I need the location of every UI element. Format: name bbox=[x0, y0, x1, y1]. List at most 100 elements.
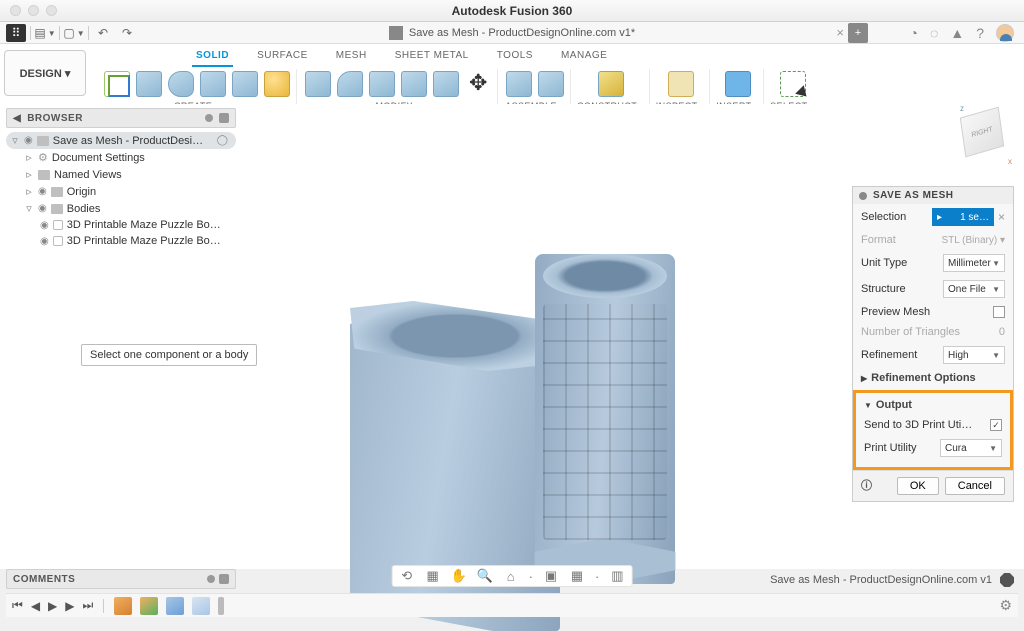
row-structure: Structure One File▼ bbox=[853, 276, 1013, 302]
browser-pin-icon[interactable] bbox=[219, 113, 229, 123]
user-avatar[interactable] bbox=[996, 24, 1014, 42]
data-panel-icon[interactable]: ⠿ bbox=[6, 24, 26, 42]
tab-manage[interactable]: MANAGE bbox=[557, 46, 611, 67]
tab-surface[interactable]: SURFACE bbox=[253, 46, 312, 67]
lookat-icon[interactable]: ▦ bbox=[425, 568, 441, 584]
timeline-next-icon[interactable]: ▶ bbox=[65, 599, 74, 613]
timeline-first-icon[interactable]: ⏮ bbox=[12, 598, 23, 613]
asbuilt-joint-icon[interactable] bbox=[538, 71, 564, 97]
browser-panel: ◀ BROWSER ▿◉ Save as Mesh - ProductDesi…… bbox=[6, 108, 236, 253]
browser-collapse-icon[interactable]: ◀ bbox=[13, 113, 21, 124]
comments-pin-icon[interactable] bbox=[219, 574, 229, 584]
model-maze-cylinder[interactable] bbox=[535, 254, 675, 584]
joint-icon[interactable] bbox=[506, 71, 532, 97]
selection-tooltip: Select one component or a body bbox=[81, 344, 257, 366]
save-icon[interactable]: ▢▼ bbox=[64, 24, 84, 42]
browser-search-icon[interactable] bbox=[205, 114, 213, 122]
revolve-icon[interactable] bbox=[168, 71, 194, 97]
output-section-highlight: ▼Output Send to 3D Print Uti… ✓ Print Ut… bbox=[853, 390, 1013, 470]
selection-clear-icon[interactable]: × bbox=[998, 210, 1005, 224]
document-icon bbox=[389, 26, 403, 40]
fit-icon[interactable]: ⌂ bbox=[503, 568, 519, 584]
browser-header[interactable]: ◀ BROWSER bbox=[6, 108, 236, 128]
timeline-feature-1[interactable] bbox=[114, 597, 132, 615]
timeline-play-icon[interactable]: ▶ bbox=[48, 599, 57, 613]
save-as-mesh-dialog: SAVE AS MESH Selection ▸1 se… × Format S… bbox=[852, 186, 1014, 502]
preview-checkbox[interactable] bbox=[993, 306, 1005, 318]
chamfer-icon[interactable] bbox=[369, 71, 395, 97]
document-tab[interactable]: Save as Mesh - ProductDesignOnline.com v… bbox=[0, 26, 1024, 40]
construct-icon[interactable] bbox=[598, 71, 624, 97]
new-tab-button[interactable]: + bbox=[848, 23, 868, 43]
form-icon[interactable] bbox=[264, 71, 290, 97]
timeline-feature-3[interactable] bbox=[166, 597, 184, 615]
tab-tools[interactable]: TOOLS bbox=[493, 46, 537, 67]
viewcube-face[interactable]: RIGHT bbox=[960, 107, 1004, 158]
tab-sheetmetal[interactable]: SHEET METAL bbox=[391, 46, 473, 67]
notifications-icon[interactable]: ▲ bbox=[950, 25, 964, 41]
row-refinement-options[interactable]: ▶Refinement Options bbox=[853, 368, 1013, 388]
browser-item-bodies[interactable]: ▿◉Bodies bbox=[6, 200, 236, 217]
comments-panel-header[interactable]: COMMENTS bbox=[6, 569, 236, 589]
timeline-settings-icon[interactable]: ⚙ bbox=[999, 597, 1012, 614]
status-stop-icon[interactable] bbox=[1000, 573, 1014, 587]
refinement-dropdown[interactable]: High▼ bbox=[943, 346, 1005, 364]
orbit-icon[interactable]: ⟲ bbox=[399, 568, 415, 584]
measure-icon[interactable] bbox=[668, 71, 694, 97]
move-icon[interactable] bbox=[465, 71, 491, 97]
job-status-icon[interactable]: ◌ bbox=[930, 25, 938, 41]
insert-icon[interactable] bbox=[725, 71, 751, 97]
structure-dropdown[interactable]: One File▼ bbox=[943, 280, 1005, 298]
display-style-icon[interactable]: ▣ bbox=[543, 568, 559, 584]
browser-item-body2[interactable]: ◉3D Printable Maze Puzzle Bo… bbox=[6, 233, 236, 249]
dialog-info-icon[interactable]: ⓘ bbox=[861, 477, 872, 495]
unit-dropdown[interactable]: Millimeter▼ bbox=[943, 254, 1005, 272]
sketch-icon[interactable] bbox=[104, 71, 130, 97]
pan-icon[interactable]: ✋ bbox=[451, 568, 467, 584]
browser-item-origin[interactable]: ▹◉Origin bbox=[6, 183, 236, 200]
sweep-icon[interactable] bbox=[200, 71, 226, 97]
zoom-icon[interactable]: 🔍 bbox=[477, 568, 493, 584]
browser-item-docsettings[interactable]: ▹⚙Document Settings bbox=[6, 149, 236, 166]
tab-mesh[interactable]: MESH bbox=[332, 46, 371, 67]
viewports-icon[interactable]: ▥ bbox=[609, 568, 625, 584]
quick-access-toolbar: ⠿ ▤▼ ▢▼ ↶ ↷ bbox=[0, 22, 143, 44]
timeline-feature-2[interactable] bbox=[140, 597, 158, 615]
undo-icon[interactable]: ↶ bbox=[93, 24, 113, 42]
ok-button[interactable]: OK bbox=[897, 477, 939, 495]
timeline-last-icon[interactable]: ⏭ bbox=[83, 598, 94, 613]
dialog-title-bar[interactable]: SAVE AS MESH bbox=[853, 187, 1013, 204]
grid-icon[interactable]: ▦ bbox=[569, 568, 585, 584]
comments-dot-icon[interactable] bbox=[207, 575, 215, 583]
extensions-icon[interactable]: ◔ bbox=[910, 25, 918, 41]
send-checkbox[interactable]: ✓ bbox=[990, 419, 1002, 431]
extrude-icon[interactable] bbox=[136, 71, 162, 97]
cancel-button[interactable]: Cancel bbox=[945, 477, 1005, 495]
utility-label: Print Utility bbox=[864, 442, 917, 454]
file-menu-icon[interactable]: ▤▼ bbox=[35, 24, 55, 42]
browser-root[interactable]: ▿◉ Save as Mesh - ProductDesi… ◯ bbox=[6, 132, 236, 149]
presspull-icon[interactable] bbox=[305, 71, 331, 97]
redo-icon[interactable]: ↷ bbox=[117, 24, 137, 42]
loft-icon[interactable] bbox=[232, 71, 258, 97]
select-icon[interactable] bbox=[780, 71, 806, 97]
combine-icon[interactable] bbox=[433, 71, 459, 97]
viewcube[interactable]: RIGHT z x bbox=[962, 112, 1010, 160]
row-output-header[interactable]: ▼Output bbox=[856, 395, 1010, 415]
utility-dropdown[interactable]: Cura▼ bbox=[940, 439, 1002, 457]
browser-item-body1[interactable]: ◉3D Printable Maze Puzzle Bo… bbox=[6, 217, 236, 233]
help-icon[interactable]: ? bbox=[976, 25, 984, 41]
workspace-switcher[interactable]: DESIGN ▾ bbox=[4, 50, 86, 96]
tab-solid[interactable]: SOLID bbox=[192, 46, 233, 67]
shell-icon[interactable] bbox=[401, 71, 427, 97]
tab-close-icon[interactable]: × bbox=[836, 25, 844, 40]
timeline-feature-4[interactable] bbox=[192, 597, 210, 615]
fillet-icon[interactable] bbox=[337, 71, 363, 97]
row-refinement: Refinement High▼ bbox=[853, 342, 1013, 368]
timeline-prev-icon[interactable]: ◀ bbox=[31, 599, 40, 613]
selection-value[interactable]: ▸1 se… bbox=[932, 208, 994, 226]
timeline-end-marker[interactable] bbox=[218, 597, 224, 615]
dialog-dot-icon bbox=[859, 192, 867, 200]
app-title: Autodesk Fusion 360 bbox=[0, 4, 1024, 18]
browser-item-namedviews[interactable]: ▹Named Views bbox=[6, 166, 236, 183]
